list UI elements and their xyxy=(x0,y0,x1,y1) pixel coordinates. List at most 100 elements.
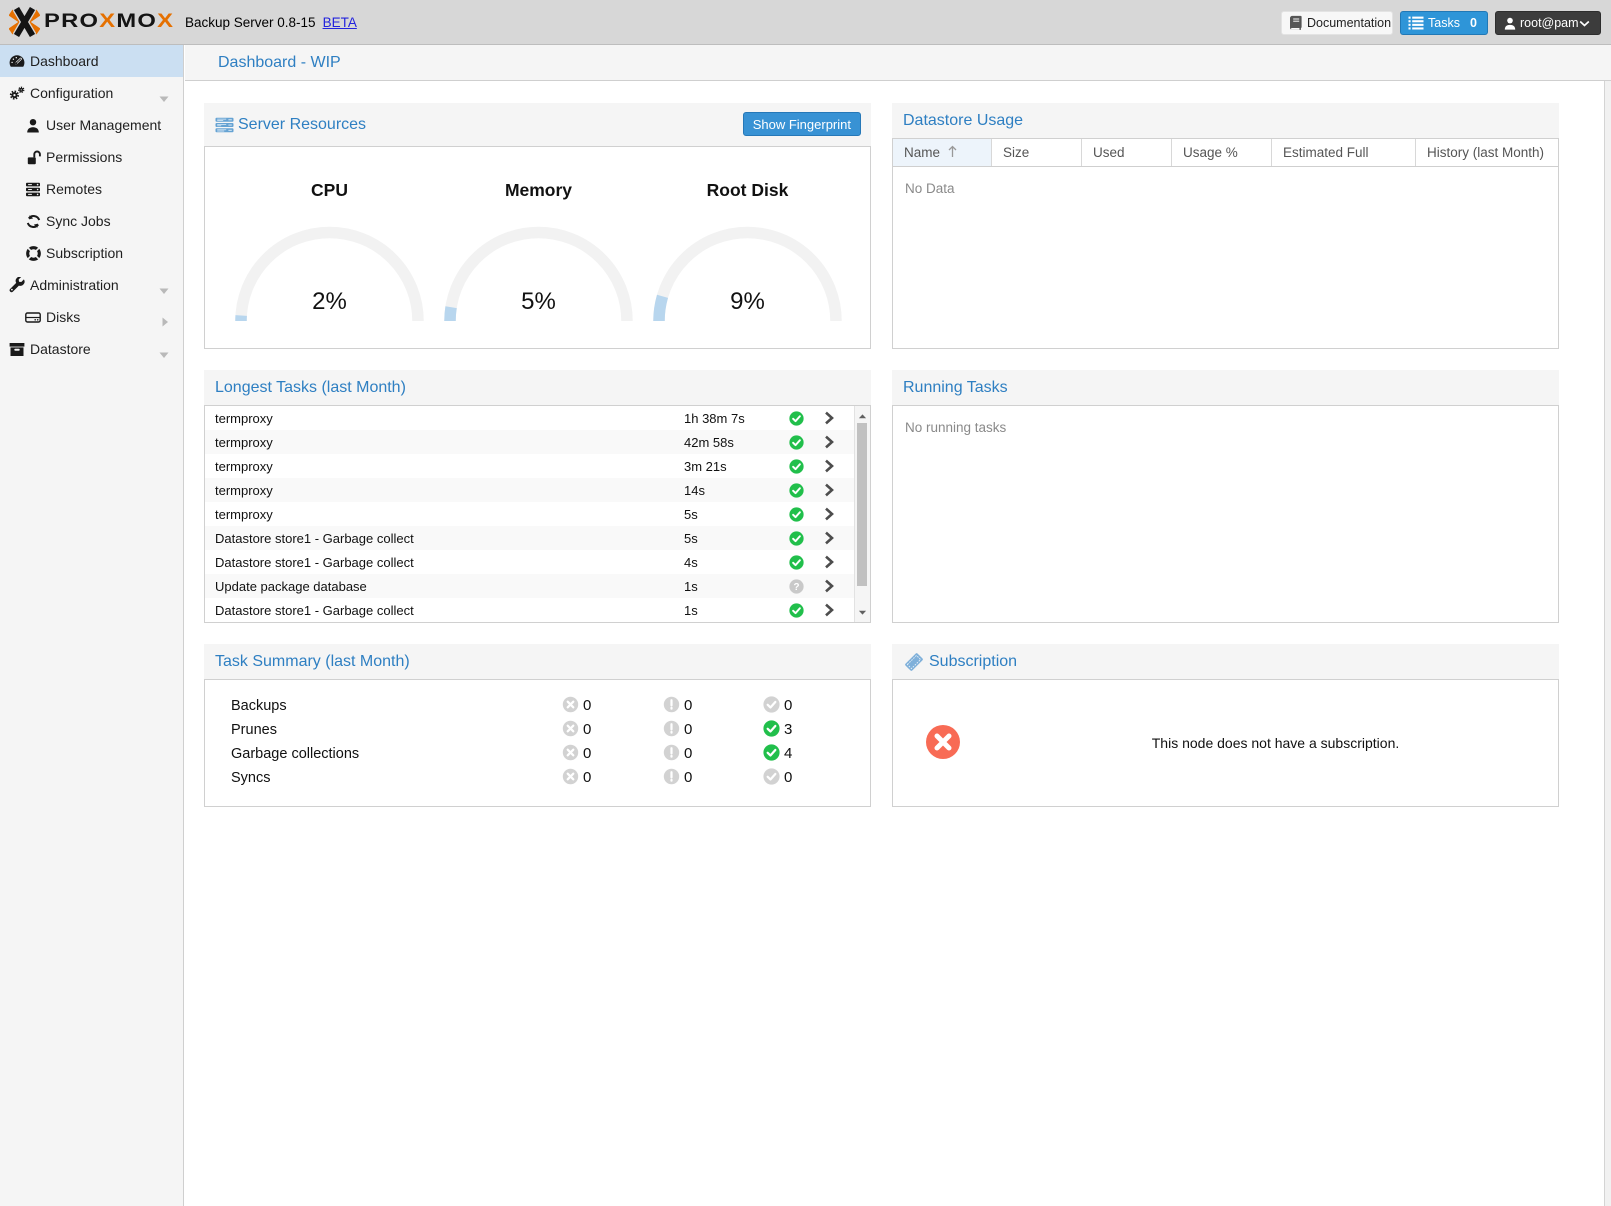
task-duration: 5s xyxy=(684,531,774,546)
summary-label: Prunes xyxy=(231,722,277,738)
user-menu-button[interactable]: root@pam xyxy=(1495,11,1601,35)
page-title: Dashboard - WIP xyxy=(185,45,1611,81)
chevron-down-icon[interactable] xyxy=(159,282,169,298)
open-task-icon[interactable] xyxy=(814,555,854,569)
open-task-icon[interactable] xyxy=(814,435,854,449)
hdd-icon xyxy=(25,309,41,325)
gauge-arc xyxy=(643,147,852,347)
task-summary-panel: Task Summary (last Month) Backups 0 0 0 … xyxy=(204,644,871,807)
book-icon xyxy=(1288,15,1303,31)
sidebar-item-label: Dashboard xyxy=(30,53,99,69)
summary-label: Backups xyxy=(231,698,287,714)
user-icon xyxy=(1504,17,1516,30)
tasks-count: 0 xyxy=(1470,16,1477,30)
sidebar-item-label: Datastore xyxy=(30,341,91,357)
sidebar-item-datastore[interactable]: Datastore xyxy=(0,333,183,365)
running-tasks-body: No running tasks xyxy=(892,405,1559,623)
column-header-name[interactable]: Name xyxy=(893,139,992,166)
column-header-used[interactable]: Used xyxy=(1082,139,1172,166)
sidebar-item-disks[interactable]: Disks xyxy=(0,301,183,333)
column-header-estimated-full[interactable]: Estimated Full xyxy=(1272,139,1416,166)
error-count-icon xyxy=(562,696,579,717)
column-header-size[interactable]: Size xyxy=(992,139,1082,166)
status-ok-icon xyxy=(774,411,814,426)
scrollbar-thumb[interactable] xyxy=(857,423,867,586)
tasks-scrollbar[interactable] xyxy=(854,406,870,622)
task-row[interactable]: termproxy 5s xyxy=(205,502,854,526)
scroll-up-icon[interactable] xyxy=(858,412,867,421)
open-task-icon[interactable] xyxy=(814,507,854,521)
chevron-right-icon[interactable] xyxy=(162,314,169,330)
sidebar-item-permissions[interactable]: Permissions xyxy=(0,141,183,173)
brand-wordmark: PROXMOX xyxy=(44,11,174,33)
open-task-icon[interactable] xyxy=(814,459,854,473)
sidebar-item-configuration[interactable]: Configuration xyxy=(0,77,183,109)
warning-count: 0 xyxy=(684,697,692,714)
task-row[interactable]: Datastore store1 - Garbage collect 5s xyxy=(205,526,854,550)
sidebar-item-label: Configuration xyxy=(30,85,113,101)
open-task-icon[interactable] xyxy=(814,603,854,617)
gauge-value: 5% xyxy=(434,288,643,316)
beta-link[interactable]: BETA xyxy=(323,15,357,30)
open-task-icon[interactable] xyxy=(814,579,854,593)
sync-icon xyxy=(25,213,41,229)
warning-count-icon xyxy=(663,744,680,765)
sidebar-item-remotes[interactable]: Remotes xyxy=(0,173,183,205)
chevron-down-icon[interactable] xyxy=(159,346,169,362)
ok-count-icon xyxy=(763,696,780,717)
subscription-panel: Subscription This node does not have a s… xyxy=(892,644,1559,807)
task-row[interactable]: termproxy 3m 21s xyxy=(205,454,854,478)
open-task-icon[interactable] xyxy=(814,483,854,497)
status-ok-icon xyxy=(774,459,814,474)
tasks-label: Tasks xyxy=(1428,16,1460,30)
sidebar-item-label: Sync Jobs xyxy=(46,213,111,229)
status-ok-icon xyxy=(774,555,814,570)
content-scrollbar[interactable] xyxy=(1604,81,1611,1206)
datastore-usage-body: Name Size Used Usage % Estimated Full Hi… xyxy=(892,138,1559,349)
datastore-empty-text: No Data xyxy=(893,167,1558,196)
status-ok-icon xyxy=(774,507,814,522)
column-header-label: Estimated Full xyxy=(1283,145,1369,160)
task-row[interactable]: Datastore store1 - Garbage collect 1s xyxy=(205,598,854,622)
user-label: root@pam xyxy=(1520,16,1579,30)
chevron-down-icon[interactable] xyxy=(159,90,169,106)
server-resources-body: CPU 2% Memory 5% Root Disk 9% xyxy=(204,146,871,349)
column-header-label: Name xyxy=(904,145,940,160)
task-row[interactable]: Update package database 1s ? xyxy=(205,574,854,598)
scroll-down-icon[interactable] xyxy=(858,608,867,617)
show-fingerprint-button[interactable]: Show Fingerprint xyxy=(743,112,861,136)
summary-row: Backups 0 0 0 xyxy=(205,694,870,718)
proxmox-logo: PROXMOX xyxy=(9,0,175,44)
task-name: Update package database xyxy=(205,579,684,594)
cogs-icon xyxy=(9,85,25,101)
sidebar-item-dashboard[interactable]: Dashboard xyxy=(0,45,183,77)
status-ok-icon xyxy=(774,435,814,450)
task-row[interactable]: termproxy 14s xyxy=(205,478,854,502)
gauge-cpu: CPU 2% xyxy=(225,147,434,347)
task-row[interactable]: Datastore store1 - Garbage collect 4s xyxy=(205,550,854,574)
column-header-label: Usage % xyxy=(1183,145,1238,160)
sidebar-item-sync-jobs[interactable]: Sync Jobs xyxy=(0,205,183,237)
documentation-button[interactable]: Documentation xyxy=(1281,11,1393,35)
warning-count-icon xyxy=(663,720,680,741)
task-row[interactable]: termproxy 42m 58s xyxy=(205,430,854,454)
open-task-icon[interactable] xyxy=(814,411,854,425)
tasks-button[interactable]: Tasks 0 xyxy=(1400,11,1488,35)
sidebar-item-label: User Management xyxy=(46,117,161,133)
sidebar-item-administration[interactable]: Administration xyxy=(0,269,183,301)
summary-row: Garbage collections 0 0 4 xyxy=(205,742,870,766)
column-header-history-last-month[interactable]: History (last Month) xyxy=(1416,139,1558,166)
column-header-usage[interactable]: Usage % xyxy=(1172,139,1272,166)
sidebar-item-label: Administration xyxy=(30,277,119,293)
subscription-message: This node does not have a subscription. xyxy=(993,735,1558,751)
task-row[interactable]: termproxy 1h 38m 7s xyxy=(205,406,854,430)
server-resources-title: Server Resources xyxy=(238,116,366,134)
sidebar-item-user-management[interactable]: User Management xyxy=(0,109,183,141)
gauge-value: 2% xyxy=(225,288,434,316)
sidebar-item-subscription[interactable]: Subscription xyxy=(0,237,183,269)
summary-list: Backups 0 0 0 Prunes 0 0 3 Garbage colle… xyxy=(205,680,870,790)
column-header-label: Size xyxy=(1003,145,1029,160)
datastore-table-header: Name Size Used Usage % Estimated Full Hi… xyxy=(893,139,1558,167)
open-task-icon[interactable] xyxy=(814,531,854,545)
gauge-value: 9% xyxy=(643,288,852,316)
